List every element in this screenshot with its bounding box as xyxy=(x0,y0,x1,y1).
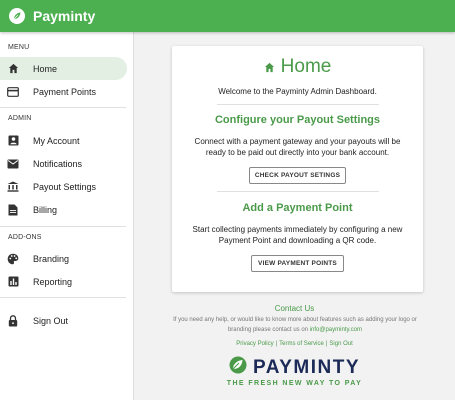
sidebar-item-label: Payment Points xyxy=(33,86,97,97)
sidebar-item-payment-points[interactable]: Payment Points xyxy=(0,80,127,103)
terms-of-service-link[interactable]: Terms of Service xyxy=(279,341,324,347)
bank-icon xyxy=(7,181,19,193)
footer-links: Privacy Policy | Terms of Service | Sign Out xyxy=(134,341,455,347)
sidebar-section-admin: ADMIN xyxy=(8,115,32,122)
account-box-icon xyxy=(7,135,19,147)
welcome-text: Welcome to the Payminty Admin Dashboard. xyxy=(218,87,377,96)
chart-icon xyxy=(7,276,19,288)
document-icon xyxy=(7,204,19,216)
footer-sign-out-link[interactable]: Sign Out xyxy=(329,341,352,347)
payout-text: Connect with a payment gateway and your … xyxy=(194,137,401,157)
payminty-leaf-logo-icon[interactable] xyxy=(9,8,25,24)
sidebar-item-home[interactable]: Home xyxy=(0,57,127,80)
sidebar-section-add-ons: ADD-ONS xyxy=(8,234,42,241)
payment-point-text: Start collecting payments immediately by… xyxy=(192,225,403,245)
sidebar-item-label: Payout Settings xyxy=(33,181,97,192)
sidebar-item-my-account[interactable]: My Account xyxy=(0,129,127,152)
link-separator: | xyxy=(275,341,278,347)
card-icon xyxy=(7,86,19,98)
lock-icon xyxy=(7,314,19,327)
home-icon xyxy=(7,63,19,75)
contact-us-title: Contact Us xyxy=(274,304,315,313)
sidebar-item-label: Branding xyxy=(33,253,70,264)
sidebar-item-label: Notifications xyxy=(33,158,83,169)
sidebar-item-notifications[interactable]: Notifications xyxy=(0,152,127,175)
sidebar-section-menu: MENU xyxy=(8,44,30,51)
page-title-text: Home xyxy=(280,56,332,77)
link-separator: | xyxy=(325,341,328,347)
view-payment-points-button[interactable]: VIEW PAYMENT POINTS xyxy=(251,255,344,272)
contact-email-link[interactable]: info@payminty.com xyxy=(310,327,362,333)
sidebar-item-payout-settings[interactable]: Payout Settings xyxy=(0,175,127,198)
main-content: Home Welcome to the Payminty Admin Dashb… xyxy=(134,32,455,400)
sidebar-divider xyxy=(0,226,126,227)
brand-tagline: THE FRESH NEW WAY TO PAY xyxy=(226,380,363,387)
sidebar-item-label: Sign Out xyxy=(33,315,69,326)
sidebar-item-sign-out[interactable]: Sign Out xyxy=(0,309,127,332)
sidebar-item-branding[interactable]: Branding xyxy=(0,247,127,270)
payminty-leaf-logo-icon xyxy=(229,356,247,379)
card-divider xyxy=(217,191,379,192)
sidebar-item-billing[interactable]: Billing xyxy=(0,198,127,221)
privacy-policy-link[interactable]: Privacy Policy xyxy=(236,341,273,347)
page-title: Home xyxy=(172,56,423,78)
sidebar-item-label: Billing xyxy=(33,204,58,215)
palette-icon xyxy=(7,253,19,265)
sidebar-item-label: Reporting xyxy=(33,276,73,287)
sidebar-item-label: My Account xyxy=(33,135,80,146)
top-app-bar: Payminty xyxy=(0,0,455,32)
app-title: Payminty xyxy=(33,8,96,24)
brand-logo: PAYMINTY xyxy=(134,356,455,379)
sidebar: MENU Home Payment Points ADMIN My Accoun… xyxy=(0,32,134,400)
sidebar-divider xyxy=(0,107,126,108)
brand-wordmark: PAYMINTY xyxy=(252,356,361,378)
payout-heading: Configure your Payout Settings xyxy=(214,114,380,126)
contact-text: If you need any help, or would like to k… xyxy=(164,315,426,335)
sidebar-item-reporting[interactable]: Reporting xyxy=(0,270,127,293)
payment-point-heading: Add a Payment Point xyxy=(242,202,353,214)
sidebar-item-label: Home xyxy=(33,63,58,74)
check-payout-settings-button[interactable]: CHECK PAYOUT SETINGS xyxy=(249,167,346,184)
contact-description: If you need any help, or would like to k… xyxy=(173,317,417,333)
mail-icon xyxy=(7,158,19,170)
card-divider xyxy=(217,104,379,105)
home-icon xyxy=(264,62,274,72)
home-card: Home Welcome to the Payminty Admin Dashb… xyxy=(172,46,423,292)
sidebar-divider xyxy=(0,297,126,298)
